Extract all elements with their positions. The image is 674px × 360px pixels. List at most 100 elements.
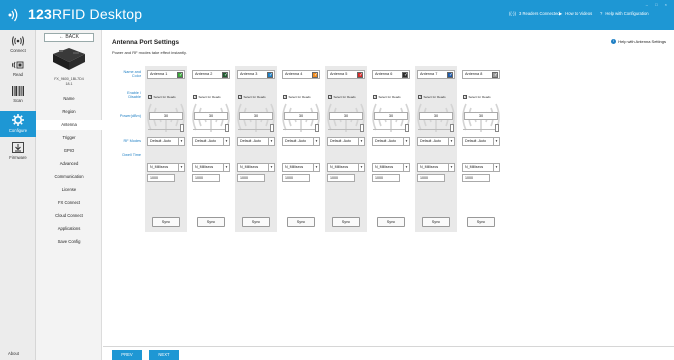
power-slider-handle[interactable] bbox=[180, 124, 184, 132]
sidebar-item-antenna[interactable]: Antenna bbox=[36, 120, 102, 130]
power-slider-handle[interactable] bbox=[405, 124, 409, 132]
antenna-color-swatch[interactable] bbox=[357, 72, 363, 79]
rf-mode-select[interactable]: Default -Auto ▾ bbox=[192, 137, 230, 146]
dwell-unit-select[interactable]: N_Millisecs ▾ bbox=[237, 163, 275, 172]
dwell-time-input[interactable]: 1000 bbox=[372, 174, 400, 182]
enable-checkbox[interactable]: Select for Reads bbox=[238, 94, 266, 99]
sidebar-item-save-config[interactable]: Save Config bbox=[36, 237, 102, 247]
sync-button[interactable]: Sync bbox=[287, 217, 315, 227]
dwell-unit-select[interactable]: N_Millisecs ▾ bbox=[327, 163, 365, 172]
sidebar-item-cloud-connect[interactable]: Cloud Connect bbox=[36, 211, 102, 221]
rail-item-connect[interactable]: Connect bbox=[0, 36, 36, 58]
dwell-time-input[interactable]: 1000 bbox=[327, 174, 355, 182]
power-input[interactable]: 30 bbox=[149, 112, 183, 120]
dwell-time-input[interactable]: 1000 bbox=[192, 174, 220, 182]
power-input[interactable]: 30 bbox=[194, 112, 228, 120]
rf-mode-select[interactable]: Default -Auto ▾ bbox=[237, 137, 275, 146]
antenna-color-swatch[interactable] bbox=[267, 72, 273, 79]
back-button[interactable]: ← BACK bbox=[44, 33, 94, 42]
antenna-name-input[interactable]: Antenna 1 bbox=[147, 70, 185, 79]
antenna-name-input[interactable]: Antenna 3 bbox=[237, 70, 275, 79]
dwell-unit-select[interactable]: N_Millisecs ▾ bbox=[147, 163, 185, 172]
power-input[interactable]: 30 bbox=[464, 112, 498, 120]
enable-checkbox[interactable]: Select for Reads bbox=[148, 94, 176, 99]
sync-button[interactable]: Sync bbox=[377, 217, 405, 227]
sidebar-item-applications[interactable]: Applications bbox=[36, 224, 102, 234]
antenna-name-input[interactable]: Antenna 2 bbox=[192, 70, 230, 79]
power-input[interactable]: 30 bbox=[329, 112, 363, 120]
sidebar-item-license[interactable]: License bbox=[36, 185, 102, 195]
antenna-color-swatch[interactable] bbox=[177, 72, 183, 79]
rf-mode-select[interactable]: Default -Auto ▾ bbox=[282, 137, 320, 146]
help-configuration-link[interactable]: ? Help with Configuration bbox=[600, 11, 649, 16]
next-button[interactable]: NEXT bbox=[149, 350, 179, 360]
power-input[interactable]: 30 bbox=[374, 112, 408, 120]
antenna-color-swatch[interactable] bbox=[312, 72, 318, 79]
power-input[interactable]: 30 bbox=[239, 112, 273, 120]
rail-item-read[interactable]: Read bbox=[0, 60, 36, 82]
enable-checkbox[interactable]: Select for Reads bbox=[193, 94, 221, 99]
rf-mode-select[interactable]: Default -Auto ▾ bbox=[147, 137, 185, 146]
rail-item-firmware[interactable]: Firmware bbox=[0, 142, 36, 164]
power-slider[interactable] bbox=[418, 129, 454, 130]
antenna-name-input[interactable]: Antenna 7 bbox=[417, 70, 455, 79]
dwell-unit-select[interactable]: N_Millisecs ▾ bbox=[372, 163, 410, 172]
power-slider[interactable] bbox=[238, 129, 274, 130]
sidebar-item-gpio[interactable]: GPIO bbox=[36, 146, 102, 156]
dwell-time-input[interactable]: 1000 bbox=[237, 174, 265, 182]
power-slider-handle[interactable] bbox=[315, 124, 319, 132]
sync-button[interactable]: Sync bbox=[332, 217, 360, 227]
enable-checkbox[interactable]: Select for Reads bbox=[463, 94, 491, 99]
dwell-unit-select[interactable]: N_Millisecs ▾ bbox=[192, 163, 230, 172]
how-to-videos-link[interactable]: ▶ How to Videos bbox=[559, 11, 592, 16]
dwell-time-input[interactable]: 1000 bbox=[282, 174, 310, 182]
power-slider-handle[interactable] bbox=[225, 124, 229, 132]
rail-item-scan[interactable]: Scan bbox=[0, 86, 36, 108]
dwell-time-input[interactable]: 1000 bbox=[462, 174, 490, 182]
power-slider-handle[interactable] bbox=[270, 124, 274, 132]
rf-mode-select[interactable]: Default -Auto ▾ bbox=[417, 137, 455, 146]
antenna-name-input[interactable]: Antenna 5 bbox=[327, 70, 365, 79]
sync-button[interactable]: Sync bbox=[197, 217, 225, 227]
antenna-name-input[interactable]: Antenna 6 bbox=[372, 70, 410, 79]
sync-button[interactable]: Sync bbox=[242, 217, 270, 227]
power-input[interactable]: 30 bbox=[284, 112, 318, 120]
antenna-color-swatch[interactable] bbox=[447, 72, 453, 79]
dwell-unit-select[interactable]: N_Millisecs ▾ bbox=[462, 163, 500, 172]
power-slider-handle[interactable] bbox=[495, 124, 499, 132]
sidebar-item-communication[interactable]: Communication bbox=[36, 172, 102, 182]
window-controls[interactable]: – □ × bbox=[646, 2, 670, 7]
sidebar-item-fx-connect[interactable]: FX Connect bbox=[36, 198, 102, 208]
readers-connected-link[interactable]: ((·)) 3 Readers Connected bbox=[509, 11, 560, 16]
dwell-unit-select[interactable]: N_Millisecs ▾ bbox=[282, 163, 320, 172]
sidebar-item-advanced[interactable]: Advanced bbox=[36, 159, 102, 169]
sync-button[interactable]: Sync bbox=[422, 217, 450, 227]
sync-button[interactable]: Sync bbox=[152, 217, 180, 227]
prev-button[interactable]: PREV bbox=[112, 350, 142, 360]
enable-checkbox[interactable]: Select for Reads bbox=[328, 94, 356, 99]
antenna-color-swatch[interactable] bbox=[492, 72, 498, 79]
antenna-name-input[interactable]: Antenna 4 bbox=[282, 70, 320, 79]
enable-checkbox[interactable]: Select for Reads bbox=[373, 94, 401, 99]
dwell-time-input[interactable]: 1000 bbox=[147, 174, 175, 182]
dwell-time-input[interactable]: 1000 bbox=[417, 174, 445, 182]
sidebar-item-name[interactable]: Name bbox=[36, 94, 102, 104]
help-antenna-settings-link[interactable]: i Help with Antenna Settings bbox=[611, 39, 666, 44]
rf-mode-select[interactable]: Default -Auto ▾ bbox=[372, 137, 410, 146]
power-slider[interactable] bbox=[283, 129, 319, 130]
power-slider[interactable] bbox=[463, 129, 499, 130]
antenna-color-swatch[interactable] bbox=[402, 72, 408, 79]
dwell-unit-select[interactable]: N_Millisecs ▾ bbox=[417, 163, 455, 172]
sidebar-item-region[interactable]: Region bbox=[36, 107, 102, 117]
antenna-color-swatch[interactable] bbox=[222, 72, 228, 79]
power-slider-handle[interactable] bbox=[450, 124, 454, 132]
rf-mode-select[interactable]: Default -Auto ▾ bbox=[327, 137, 365, 146]
power-slider[interactable] bbox=[148, 129, 184, 130]
rf-mode-select[interactable]: Default -Auto ▾ bbox=[462, 137, 500, 146]
sync-button[interactable]: Sync bbox=[467, 217, 495, 227]
power-slider[interactable] bbox=[328, 129, 364, 130]
power-slider[interactable] bbox=[193, 129, 229, 130]
sidebar-item-trigger[interactable]: Trigger bbox=[36, 133, 102, 143]
enable-checkbox[interactable]: Select for Reads bbox=[283, 94, 311, 99]
rail-item-configure[interactable]: Configure bbox=[0, 111, 36, 137]
